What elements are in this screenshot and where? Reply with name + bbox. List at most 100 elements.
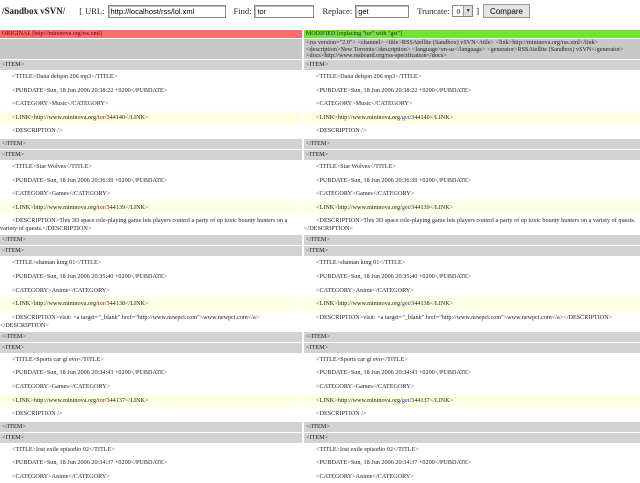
original-description-row: <DESCRIPTION>This 3D space role-playing … xyxy=(0,217,288,233)
original-pubdate-row: <PUBDATE>Sun, 18 Jun 2006 20:35:40 +0200… xyxy=(12,272,168,280)
original-title-row: <TITLE>shaman king 01</TITLE> xyxy=(12,259,102,267)
original-item-close-row: </ITEM> xyxy=(0,138,302,149)
modified-header: MODIFIED [replacing "tor" with "get"] xyxy=(304,30,640,38)
modified-pubdate-row: <PUBDATE>Sun, 18 Jun 2006 20:35:40 +0200… xyxy=(316,272,472,280)
original-pubdate-row: <PUBDATE>Sun, 18 Jun 2006 20:38:22 +0200… xyxy=(12,86,168,94)
modified-link-row: <LINK>http://www.mininova.org/get/344138… xyxy=(304,297,640,311)
title-row: <TITLE>Star Wolves</TITLE> <TITLE>Star Wo… xyxy=(0,160,640,174)
modified-item-open-row: <ITEM> xyxy=(304,432,640,443)
original-link-row: <LINK>http://www.mininova.org/tor/344137… xyxy=(0,393,302,408)
original-pubdate-row: <PUBDATE>Sun, 18 Jun 2006 20:34:43 +0200… xyxy=(12,369,168,377)
modified-item-open-row: <ITEM> xyxy=(304,149,640,160)
link-row: <LINK>http://www.mininova.org/tor/344140… xyxy=(0,110,640,125)
modified-category-row: <CATEGORY>Games</CATEGORY> xyxy=(316,382,415,390)
replace-match: get xyxy=(401,300,410,308)
category-row: <CATEGORY>Games</CATEGORY> <CATEGORY>Game… xyxy=(0,187,640,201)
original-item-open-row: <ITEM> xyxy=(0,149,302,160)
modified-item-open-row: <ITEM> xyxy=(304,60,640,70)
category-row: <CATEGORY>Anime</CATEGORY> <CATEGORY>Anim… xyxy=(0,284,640,298)
link-row: <LINK>http://www.mininova.org/tor/344138… xyxy=(0,297,640,311)
description-row: <DESCRIPTION /> <DESCRIPTION /> xyxy=(0,124,640,138)
truncate-select[interactable]: 0 ▼ xyxy=(452,5,474,17)
original-title-row: <TITLE>Sports car gt evo</TITLE> xyxy=(12,355,104,363)
original-title-row: <TITLE>Star Wolves</TITLE> xyxy=(12,162,92,170)
find-label: Find: xyxy=(233,6,252,16)
modified-title-row: <TITLE>Star Wolves</TITLE> xyxy=(316,162,396,170)
find-match: tor xyxy=(97,203,105,211)
title-row: <TITLE>shaman king 01</TITLE> <TITLE>sham… xyxy=(0,256,640,270)
modified-title-row: <TITLE>shaman king 01</TITLE> xyxy=(316,259,406,267)
pubdate-row: <PUBDATE>Sun, 18 Jun 2006 20:34:43 +0200… xyxy=(0,366,640,380)
original-category-row: <CATEGORY>Anime</CATEGORY> xyxy=(12,286,110,294)
find-input[interactable] xyxy=(254,4,315,18)
modified-pubdate-row: <PUBDATE>Sun, 18 Jun 2006 20:38:22 +0200… xyxy=(316,86,472,94)
modified-category-row: <CATEGORY>Anime</CATEGORY> xyxy=(316,472,414,480)
preamble-row: <rss version="2.0"> <channel> <title>RSS… xyxy=(0,39,640,59)
original-category-row: <CATEGORY>Games</CATEGORY> xyxy=(12,382,111,390)
modified-item-open-row: <ITEM> xyxy=(304,246,640,257)
modified-item-close-row: </ITEM> xyxy=(304,138,640,149)
item-open-row: <ITEM> <ITEM> xyxy=(0,149,640,160)
find-match: tor xyxy=(97,396,105,404)
item-close-row: </ITEM> </ITEM> xyxy=(0,234,640,246)
original-link-row: <LINK>http://www.mininova.org/tor/344140… xyxy=(0,110,302,125)
modified-item-close-row: </ITEM> xyxy=(304,235,640,246)
item-open-row: <ITEM> <ITEM> xyxy=(0,432,640,443)
modified-title-row: <TITLE>Sports car gt evo</TITLE> xyxy=(316,355,408,363)
title-row: <TITLE>Sports car gt evo</TITLE> <TITLE>S… xyxy=(0,353,640,367)
modified-description-row: <DESCRIPTION>visit: <a target="_blank" h… xyxy=(316,313,613,321)
original-link-row: <LINK>http://www.mininova.org/tor/344139… xyxy=(0,200,302,215)
link-row: <LINK>http://www.mininova.org/tor/344139… xyxy=(0,200,640,215)
original-link-row: <LINK>http://www.mininova.org/tor/344138… xyxy=(0,297,302,311)
link-row: <LINK>http://www.mininova.org/tor/344137… xyxy=(0,393,640,408)
modified-pubdate-row: <PUBDATE>Sun, 18 Jun 2006 20:36:39 +0200… xyxy=(316,176,472,184)
item-open-row: <ITEM> <ITEM> xyxy=(0,59,640,70)
diff-header-row: ORIGINAL [http://mininova.org/rss.xml] M… xyxy=(0,30,640,39)
modified-preamble: <rss version="2.0"> <channel> <title>RSS… xyxy=(304,39,640,59)
truncate-value: 0 xyxy=(456,6,461,16)
original-title-row: <TITLE>Dana defqon 206 mp3</TITLE> xyxy=(12,73,118,80)
original-category-row: <CATEGORY>Games</CATEGORY> xyxy=(12,190,111,198)
modified-description-row: <DESCRIPTION /> xyxy=(316,410,367,418)
original-description-row: <DESCRIPTION>visit: <a target="_blank" h… xyxy=(0,313,260,329)
url-input[interactable] xyxy=(107,4,226,18)
modified-category-row: <CATEGORY>Anime</CATEGORY> xyxy=(316,286,414,294)
diff-view: ORIGINAL [http://mininova.org/rss.xml] M… xyxy=(0,30,640,483)
modified-title-row: <TITLE>lost exile episodio 02</TITLE> xyxy=(316,445,419,453)
original-item-open-row: <ITEM> xyxy=(0,432,302,443)
modified-description-row: <DESCRIPTION>This 3D space role-playing … xyxy=(304,217,636,233)
compare-button[interactable]: Compare xyxy=(483,4,530,18)
find-match: tor xyxy=(97,300,105,308)
item-close-row: </ITEM> </ITEM> xyxy=(0,421,640,432)
toolbar: /Sandbox vSVN/ [ URL: Find: Replace: Tru… xyxy=(0,0,640,22)
modified-pubdate-row: <PUBDATE>Sun, 18 Jun 2006 20:34:37 +0200… xyxy=(316,459,472,467)
close-bracket: ] xyxy=(476,6,480,16)
modified-pubdate-row: <PUBDATE>Sun, 18 Jun 2006 20:34:43 +0200… xyxy=(316,369,472,377)
item-close-row: </ITEM> </ITEM> xyxy=(0,138,640,149)
replace-input[interactable] xyxy=(355,4,410,18)
title-row: <TITLE>lost exile episodio 02</TITLE> <TI… xyxy=(0,443,640,457)
original-description-row: <DESCRIPTION /> xyxy=(12,127,63,135)
replace-match: get xyxy=(401,396,410,404)
item-open-row: <ITEM> <ITEM> xyxy=(0,342,640,353)
original-item-close-row: </ITEM> xyxy=(0,331,302,342)
item-open-row: <ITEM> <ITEM> xyxy=(0,245,640,257)
modified-link-row: <LINK>http://www.mininova.org/get/344137… xyxy=(304,393,640,408)
original-item-open-row: <ITEM> xyxy=(0,60,302,70)
modified-link-row: <LINK>http://www.mininova.org/get/344139… xyxy=(304,200,640,215)
modified-title-row: <TITLE>Dana defqon 206 mp3</TITLE> xyxy=(316,73,422,80)
category-row: <CATEGORY>Anime</CATEGORY> <CATEGORY>Anim… xyxy=(0,470,640,483)
url-label: URL: xyxy=(85,6,105,16)
modified-item-open-row: <ITEM> xyxy=(304,342,640,353)
replace-label: Replace: xyxy=(322,6,353,16)
modified-description-row: <DESCRIPTION /> xyxy=(316,127,367,135)
item-close-row: </ITEM> </ITEM> xyxy=(0,331,640,342)
replace-match: get xyxy=(401,203,410,211)
original-preamble xyxy=(0,39,302,59)
original-pubdate-row: <PUBDATE>Sun, 18 Jun 2006 20:34:37 +0200… xyxy=(12,459,168,467)
original-category-row: <CATEGORY>Music</CATEGORY> xyxy=(12,100,109,108)
modified-item-close-row: </ITEM> xyxy=(304,331,640,342)
title-row: <TITLE>Dana defqon 206 mp3</TITLE> <TITLE… xyxy=(0,70,640,84)
original-item-open-row: <ITEM> xyxy=(0,246,302,257)
original-title-row: <TITLE>lost exile episodio 02</TITLE> xyxy=(12,445,115,453)
